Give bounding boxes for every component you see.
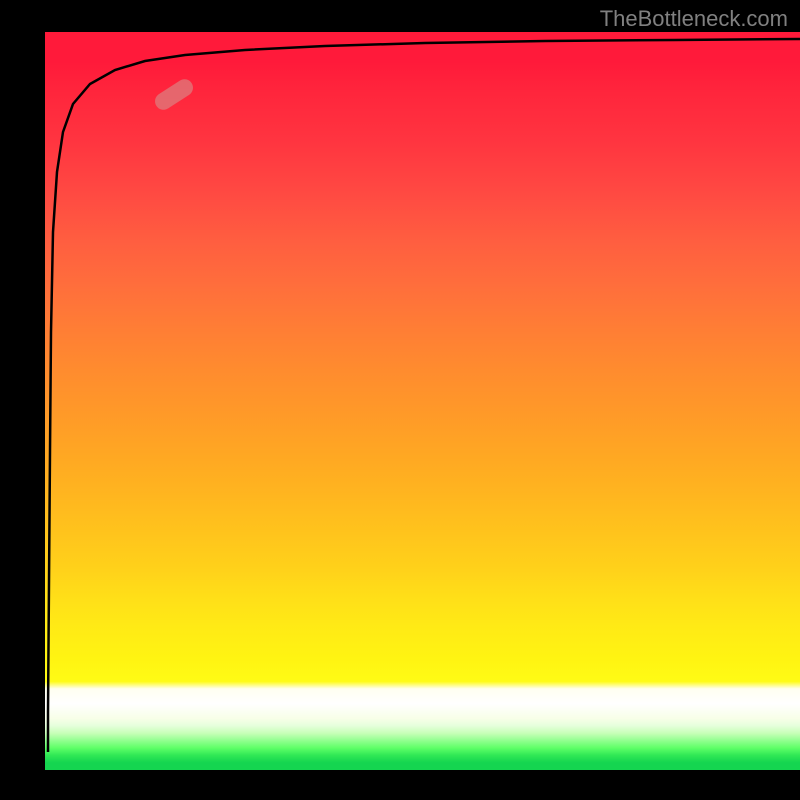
curve-plot (45, 32, 800, 770)
curve-line (48, 39, 800, 752)
watermark-text: TheBottleneck.com (600, 6, 788, 32)
chart-container (45, 32, 800, 770)
